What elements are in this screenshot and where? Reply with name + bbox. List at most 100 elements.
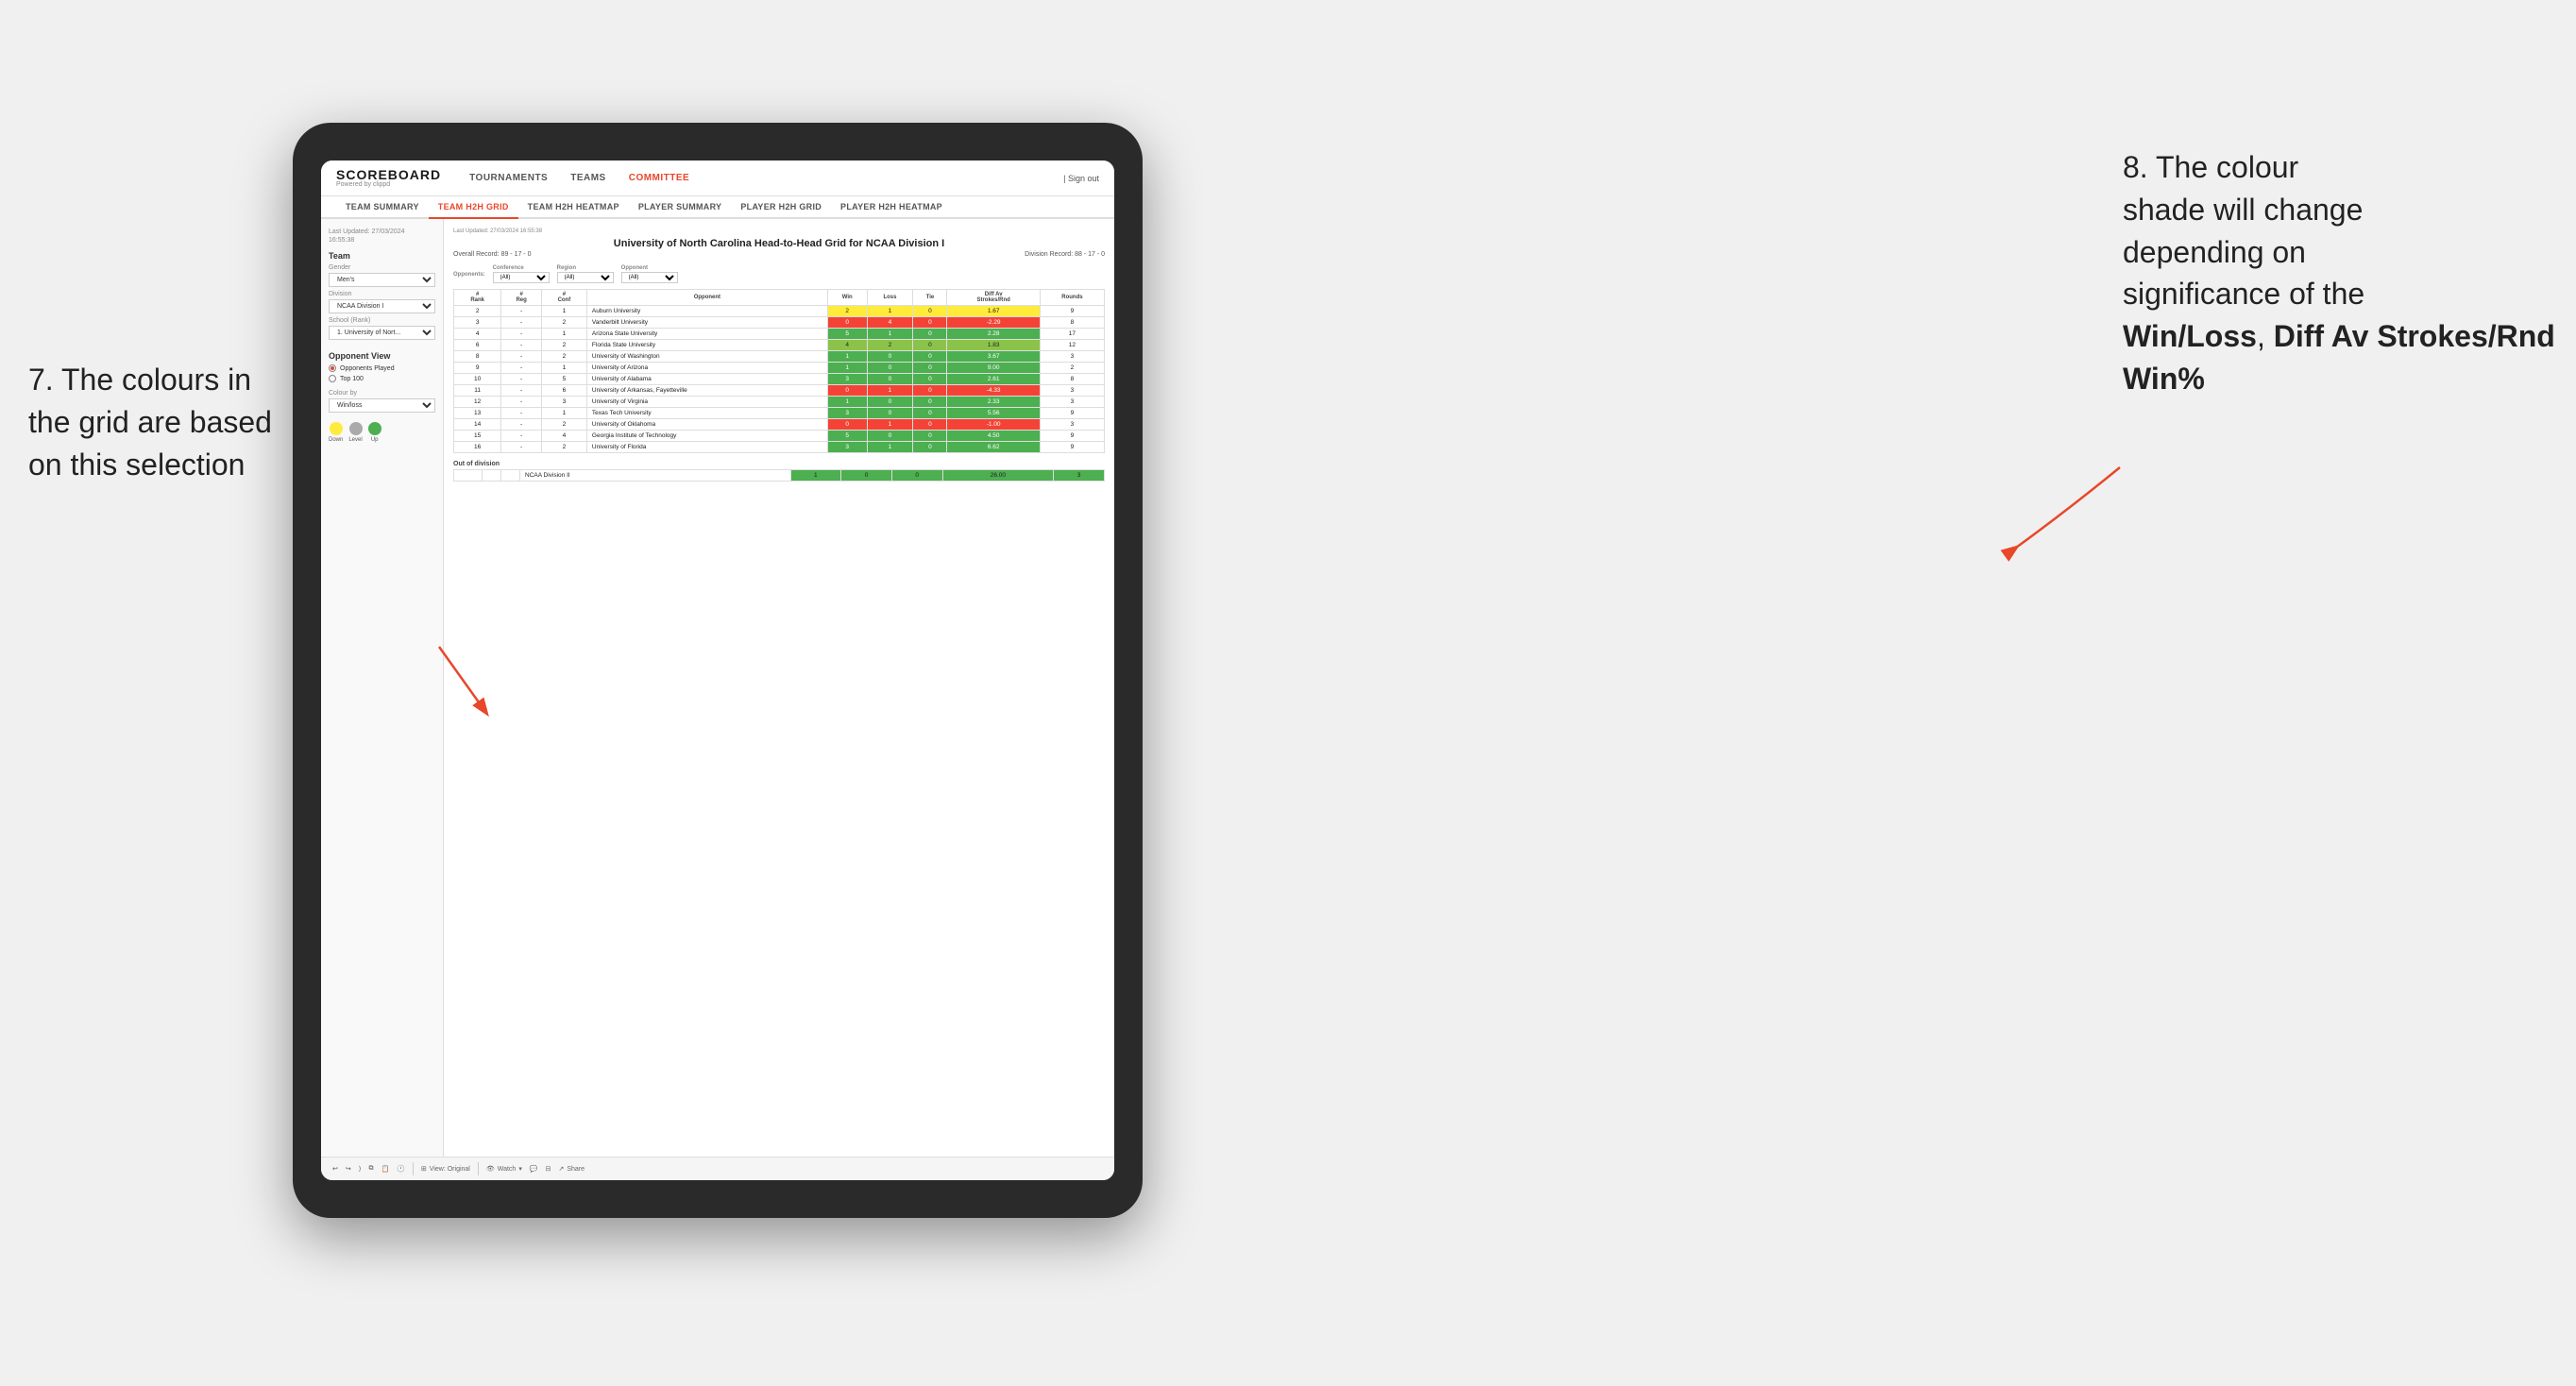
undo-icon[interactable]: ↩: [332, 1165, 338, 1173]
annotation-right-1: 8. The colour: [2123, 150, 2298, 184]
opponent-label: Opponent: [621, 265, 678, 271]
tab-team-h2h-heatmap[interactable]: TEAM H2H HEATMAP: [518, 196, 629, 219]
ood-win: 1: [790, 470, 841, 482]
opponent-select[interactable]: (All): [621, 272, 678, 283]
clock-icon[interactable]: 🕐: [397, 1165, 405, 1173]
ood-rank: [454, 470, 483, 482]
table-row: 14 - 2 University of Oklahoma 0 1 0 -1.0…: [454, 419, 1105, 431]
out-of-division-table: NCAA Division II 1 0 0 26.00 3: [453, 469, 1105, 482]
ood-conf: [501, 470, 520, 482]
cell-diff: 2.28: [947, 329, 1040, 340]
cell-diff: -1.00: [947, 419, 1040, 431]
cell-opponent: University of Virginia: [586, 397, 827, 408]
cell-conf: 4: [541, 431, 586, 442]
tab-player-h2h-grid[interactable]: PLAYER H2H GRID: [731, 196, 831, 219]
cell-reg: -: [501, 408, 542, 419]
col-tie: Tie: [913, 290, 947, 306]
grid-title: University of North Carolina Head-to-Hea…: [453, 238, 1105, 249]
cell-conf: 6: [541, 385, 586, 397]
out-of-division-label: Out of division: [453, 461, 1105, 467]
cell-rank: 4: [454, 329, 501, 340]
cell-diff: 1.83: [947, 340, 1040, 351]
school-select[interactable]: 1. University of Nort...: [329, 326, 435, 340]
toolbar-sep: [413, 1162, 414, 1175]
redo-icon[interactable]: ↪: [346, 1165, 351, 1173]
cell-rounds: 2: [1040, 363, 1104, 374]
tab-player-h2h-heatmap[interactable]: PLAYER H2H HEATMAP: [831, 196, 952, 219]
arrow-left: [434, 642, 491, 718]
cell-win: 1: [827, 397, 867, 408]
cell-rounds: 3: [1040, 385, 1104, 397]
annotation-right: 8. The colour shade will change dependin…: [2123, 146, 2557, 400]
tab-team-h2h-grid[interactable]: TEAM H2H GRID: [429, 196, 518, 219]
cell-diff: 9.00: [947, 363, 1040, 374]
cell-tie: 0: [913, 306, 947, 317]
opponent-view-title: Opponent View: [329, 351, 435, 361]
school-label: School (Rank): [329, 317, 435, 324]
cell-opponent: University of Oklahoma: [586, 419, 827, 431]
cell-win: 2: [827, 306, 867, 317]
cell-loss: 1: [867, 385, 913, 397]
radio-dot-1: [329, 364, 336, 372]
cell-opponent: Texas Tech University: [586, 408, 827, 419]
cell-opponent: University of Alabama: [586, 374, 827, 385]
region-select[interactable]: (All): [557, 272, 614, 283]
cell-conf: 2: [541, 317, 586, 329]
watch-icon: 👁: [486, 1165, 495, 1173]
cell-loss: 0: [867, 374, 913, 385]
cell-conf: 3: [541, 397, 586, 408]
layout-btn[interactable]: ⊟: [546, 1165, 551, 1173]
cell-loss: 0: [867, 397, 913, 408]
opponents-filter-label: Opponents:: [453, 272, 485, 278]
tab-team-summary[interactable]: TEAM SUMMARY: [336, 196, 429, 219]
colour-by-select[interactable]: Win/loss: [329, 398, 435, 413]
paste-icon[interactable]: 📋: [381, 1165, 389, 1173]
radio-opponents-played[interactable]: Opponents Played: [329, 364, 435, 372]
cell-loss: 2: [867, 340, 913, 351]
cell-tie: 0: [913, 374, 947, 385]
app-logo: SCOREBOARD Powered by clippd: [336, 168, 441, 188]
annotation-left: 7. The colours in the grid are based on …: [28, 359, 293, 485]
view-original-btn[interactable]: ⊞ View: Original: [421, 1165, 470, 1173]
nav-teams[interactable]: TEAMS: [570, 169, 606, 187]
app-header: SCOREBOARD Powered by clippd TOURNAMENTS…: [321, 161, 1114, 196]
legend-dot-up: [368, 422, 381, 435]
cell-opponent: University of Arizona: [586, 363, 827, 374]
annotation-right-4: significance of the: [2123, 277, 2364, 311]
cell-win: 3: [827, 374, 867, 385]
legend-level: Level: [348, 422, 362, 443]
cell-win: 3: [827, 442, 867, 453]
cell-reg: -: [501, 306, 542, 317]
legend-down: Down: [329, 422, 343, 443]
conference-select[interactable]: (All): [493, 272, 550, 283]
table-row: 8 - 2 University of Washington 1 0 0 3.6…: [454, 351, 1105, 363]
tab-player-summary[interactable]: PLAYER SUMMARY: [629, 196, 732, 219]
cell-diff: -4.33: [947, 385, 1040, 397]
cell-rounds: 3: [1040, 351, 1104, 363]
cell-tie: 0: [913, 351, 947, 363]
cell-diff: 2.33: [947, 397, 1040, 408]
share-btn[interactable]: ↗ Share: [558, 1165, 585, 1173]
gender-select[interactable]: Men's: [329, 273, 435, 287]
annotation-right-2: shade will change: [2123, 193, 2363, 227]
radio-top-100[interactable]: Top 100: [329, 375, 435, 382]
division-select[interactable]: NCAA Division I: [329, 299, 435, 313]
comment-btn[interactable]: 💬: [530, 1165, 538, 1173]
cell-reg: -: [501, 419, 542, 431]
nav-tournaments[interactable]: TOURNAMENTS: [469, 169, 548, 187]
watch-btn[interactable]: 👁 Watch ▾: [486, 1165, 522, 1173]
forward-icon[interactable]: ⟩: [359, 1165, 362, 1173]
sign-out-link[interactable]: | Sign out: [1063, 174, 1099, 183]
cell-rank: 6: [454, 340, 501, 351]
nav-committee[interactable]: COMMITTEE: [629, 169, 690, 187]
cell-rounds: 9: [1040, 442, 1104, 453]
cell-reg: -: [501, 329, 542, 340]
share-icon: ↗: [558, 1165, 564, 1173]
annotation-left-line2: the grid are based: [28, 405, 272, 439]
cell-conf: 5: [541, 374, 586, 385]
grid-area: Last Updated: 27/03/2024 16:55:38 Univer…: [444, 219, 1114, 1157]
copy-icon[interactable]: ⧉: [368, 1165, 373, 1173]
region-filter: Region (All): [557, 265, 614, 283]
col-win: Win: [827, 290, 867, 306]
last-updated-text: Last Updated: 27/03/2024 16:55:38: [453, 228, 1105, 234]
